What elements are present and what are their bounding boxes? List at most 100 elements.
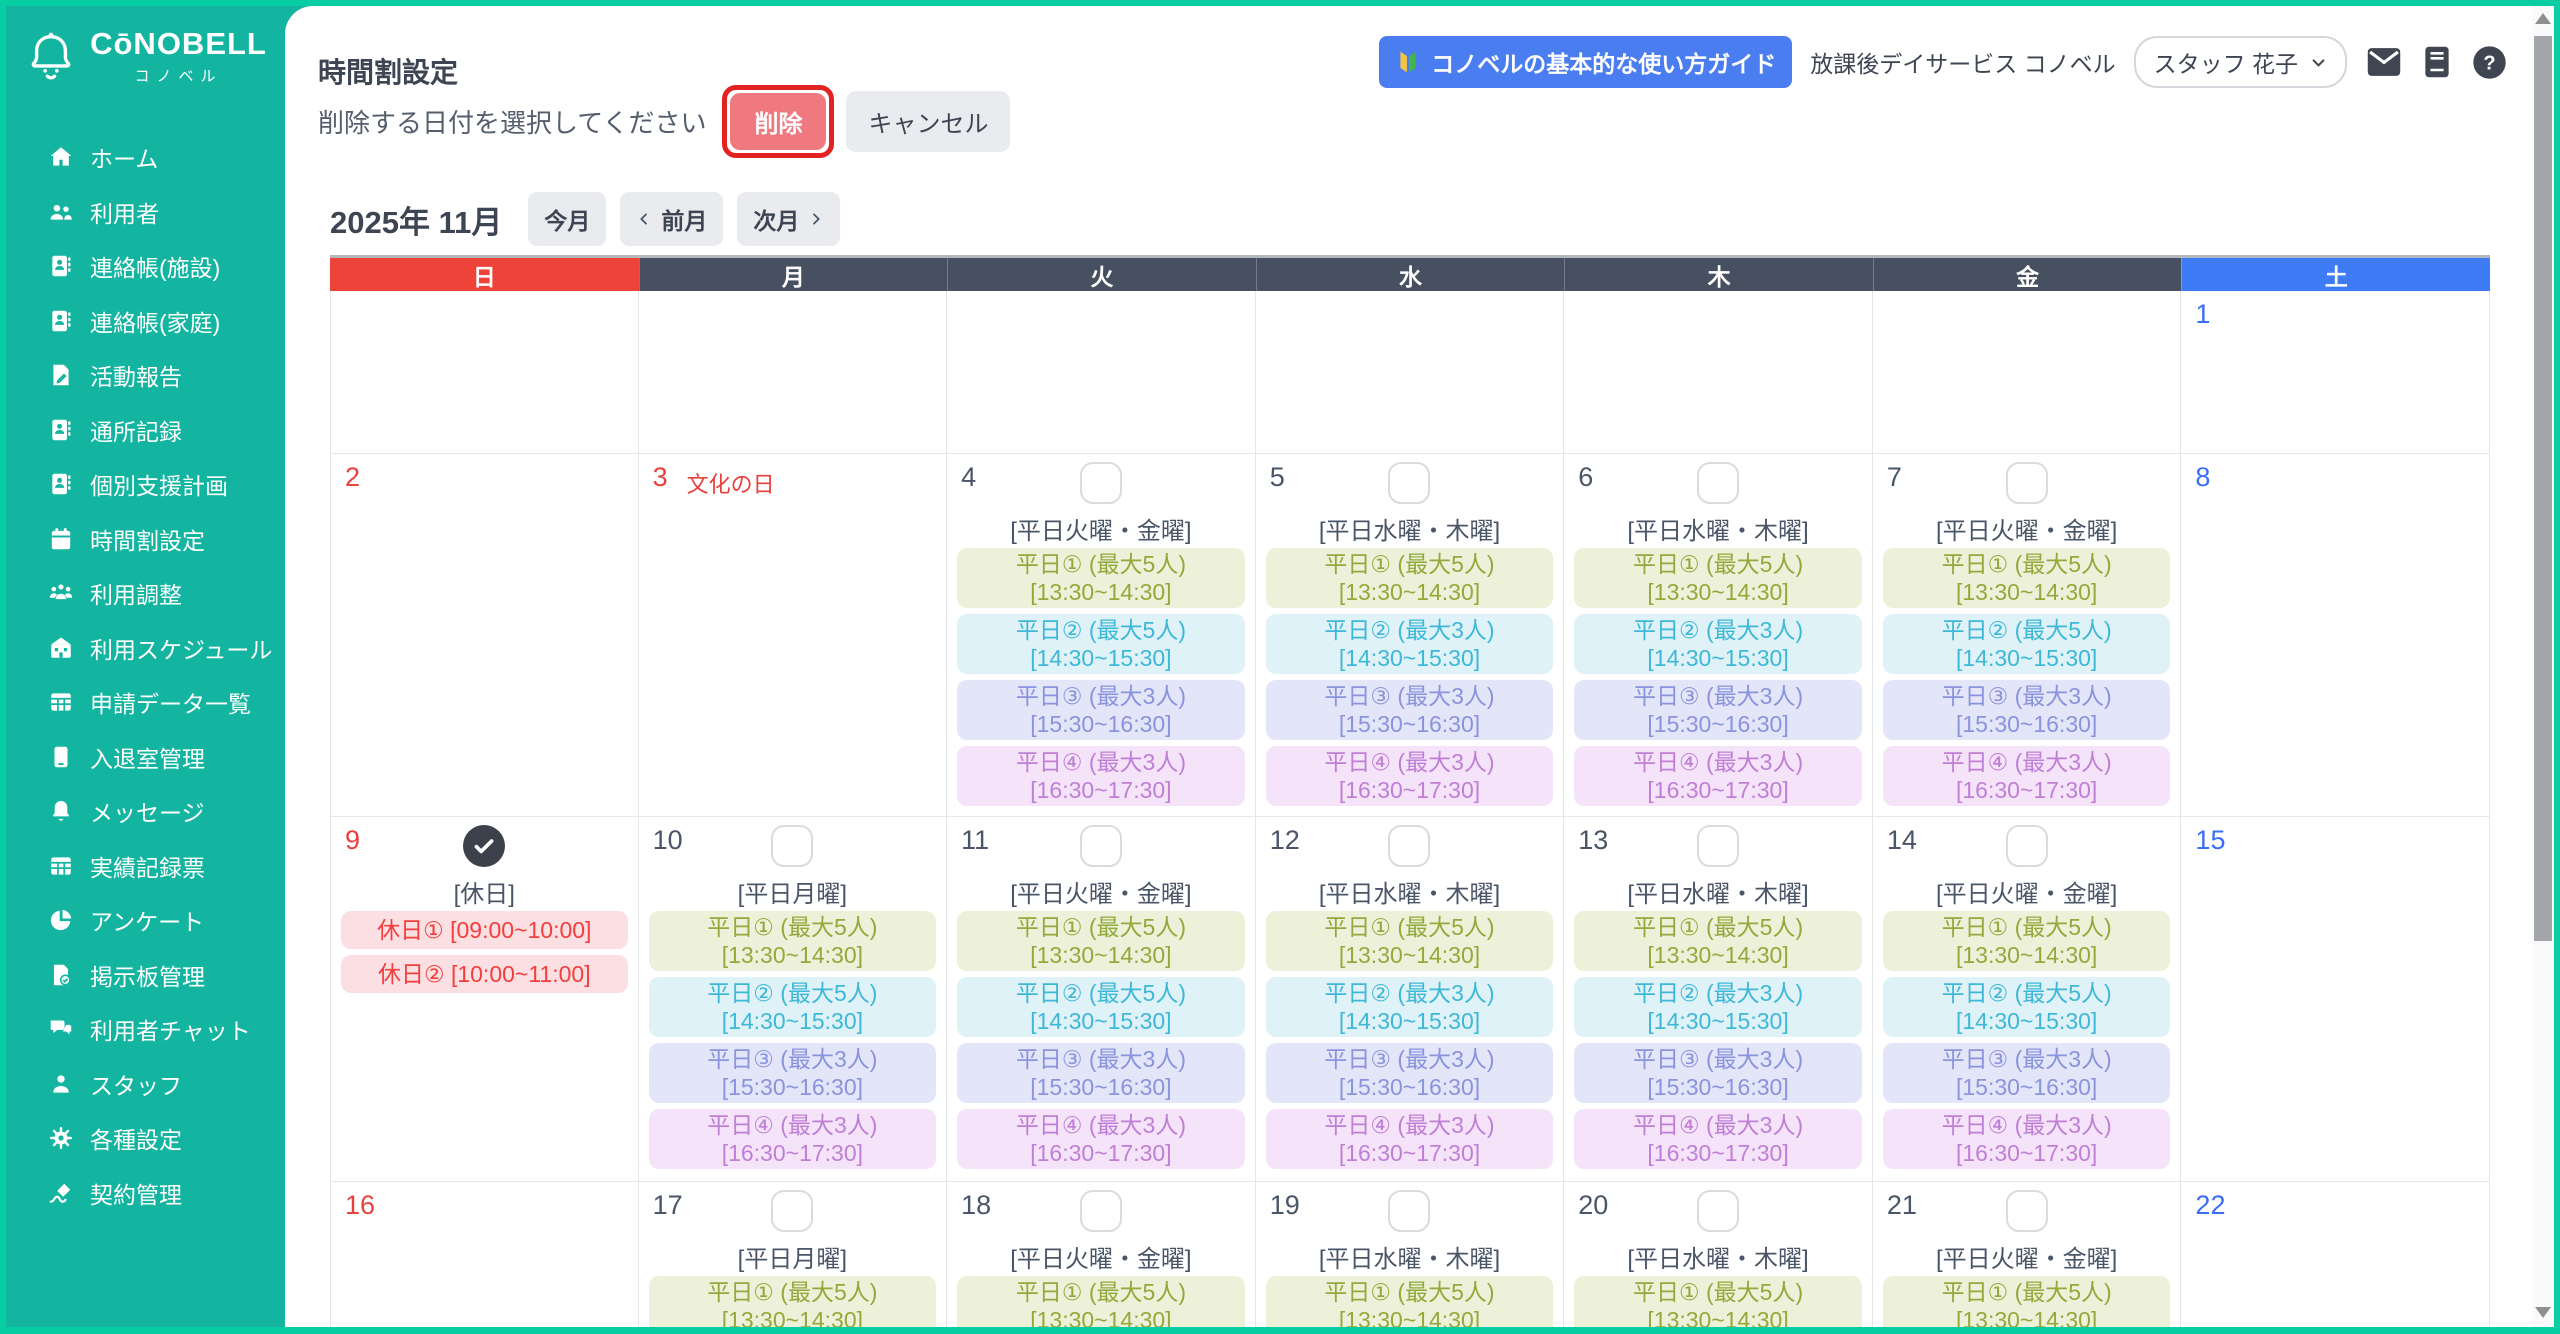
schedule-slot[interactable]: 平日④ (最大3人)[16:30~17:30] bbox=[1266, 746, 1554, 806]
calendar-day-cell[interactable]: 15 bbox=[2181, 817, 2490, 1182]
calendar-day-cell[interactable]: 4[平日火曜・金曜]平日① (最大5人)[13:30~14:30]平日② (最大… bbox=[947, 454, 1256, 817]
sidebar-item-message-bell[interactable]: メッセージ bbox=[6, 784, 285, 839]
schedule-slot[interactable]: 平日② (最大5人)[14:30~15:30] bbox=[649, 977, 937, 1037]
calendar-day-cell[interactable]: 1 bbox=[2181, 291, 2490, 454]
day-checkbox[interactable] bbox=[2006, 825, 2048, 867]
schedule-slot[interactable]: 平日③ (最大3人)[15:30~16:30] bbox=[957, 680, 1245, 740]
calendar-day-cell[interactable]: 10[平日月曜]平日① (最大5人)[13:30~14:30]平日② (最大5人… bbox=[639, 817, 948, 1182]
sidebar-item-timetable[interactable]: 時間割設定 bbox=[6, 512, 285, 567]
sidebar-item-users[interactable]: 利用者 bbox=[6, 185, 285, 240]
day-checkbox-checked[interactable] bbox=[463, 825, 505, 867]
day-checkbox[interactable] bbox=[1697, 825, 1739, 867]
schedule-slot[interactable]: 平日③ (最大3人)[15:30~16:30] bbox=[1574, 680, 1862, 740]
sidebar-item-contract-pen[interactable]: 契約管理 bbox=[6, 1166, 285, 1221]
day-checkbox[interactable] bbox=[1080, 825, 1122, 867]
sidebar-item-usage-schedule[interactable]: 利用スケジュール bbox=[6, 621, 285, 676]
next-month-button[interactable]: 次月 bbox=[737, 192, 840, 246]
schedule-slot[interactable]: 平日④ (最大3人)[16:30~17:30] bbox=[1883, 746, 2171, 806]
schedule-slot[interactable]: 平日② (最大3人)[14:30~15:30] bbox=[1266, 614, 1554, 674]
schedule-slot[interactable]: 平日① (最大5人)[13:30~14:30] bbox=[957, 911, 1245, 971]
calendar-day-cell[interactable]: 18[平日火曜・金曜]平日① (最大5人)[13:30~14:30] bbox=[947, 1182, 1256, 1327]
schedule-slot[interactable]: 休日① [09:00~10:00] bbox=[341, 911, 628, 949]
schedule-slot[interactable]: 平日① (最大5人)[13:30~14:30] bbox=[957, 548, 1245, 608]
calendar-day-cell[interactable]: 17[平日月曜]平日① (最大5人)[13:30~14:30] bbox=[639, 1182, 948, 1327]
calendar-day-cell[interactable]: 22 bbox=[2181, 1182, 2490, 1327]
day-checkbox[interactable] bbox=[1080, 462, 1122, 504]
sidebar-item-entry-exit[interactable]: 入退室管理 bbox=[6, 730, 285, 785]
schedule-slot[interactable]: 平日④ (最大3人)[16:30~17:30] bbox=[1574, 1109, 1862, 1169]
schedule-slot[interactable]: 平日④ (最大3人)[16:30~17:30] bbox=[957, 1109, 1245, 1169]
calendar-day-cell[interactable]: 12[平日水曜・木曜]平日① (最大5人)[13:30~14:30]平日② (最… bbox=[1256, 817, 1565, 1182]
sidebar-item-staff[interactable]: スタッフ bbox=[6, 1057, 285, 1112]
calendar-day-cell[interactable]: 5[平日水曜・木曜]平日① (最大5人)[13:30~14:30]平日② (最大… bbox=[1256, 454, 1565, 817]
sidebar-item-application-data[interactable]: 申請データ一覧 bbox=[6, 675, 285, 730]
calendar-day-cell[interactable]: 2 bbox=[330, 454, 639, 817]
calendar-day-cell[interactable]: 20[平日水曜・木曜]平日① (最大5人)[13:30~14:30] bbox=[1564, 1182, 1873, 1327]
sidebar-item-results-record[interactable]: 実績記録票 bbox=[6, 839, 285, 894]
schedule-slot[interactable]: 平日④ (最大3人)[16:30~17:30] bbox=[649, 1109, 937, 1169]
calendar-day-cell[interactable]: 13[平日水曜・木曜]平日① (最大5人)[13:30~14:30]平日② (最… bbox=[1564, 817, 1873, 1182]
sidebar-item-notebook-home[interactable]: 連絡帳(家庭) bbox=[6, 294, 285, 349]
schedule-slot[interactable]: 平日④ (最大3人)[16:30~17:30] bbox=[1883, 1109, 2171, 1169]
day-checkbox[interactable] bbox=[1388, 825, 1430, 867]
calendar-day-cell[interactable]: 3文化の日 bbox=[639, 454, 948, 817]
calendar-day-cell[interactable]: 8 bbox=[2181, 454, 2490, 817]
delete-button[interactable]: 削除 bbox=[730, 93, 826, 150]
day-checkbox[interactable] bbox=[2006, 1190, 2048, 1232]
schedule-slot[interactable]: 平日① (最大5人)[13:30~14:30] bbox=[957, 1276, 1245, 1327]
calendar-day-cell[interactable]: 14[平日火曜・金曜]平日① (最大5人)[13:30~14:30]平日② (最… bbox=[1873, 817, 2182, 1182]
schedule-slot[interactable]: 平日① (最大5人)[13:30~14:30] bbox=[1574, 1276, 1862, 1327]
scroll-up-arrow-icon[interactable] bbox=[2535, 13, 2551, 24]
schedule-slot[interactable]: 平日③ (最大3人)[15:30~16:30] bbox=[649, 1043, 937, 1103]
sidebar-item-user-chat[interactable]: 利用者チャット bbox=[6, 1002, 285, 1057]
schedule-slot[interactable]: 平日② (最大5人)[14:30~15:30] bbox=[1883, 614, 2171, 674]
help-button[interactable]: ? bbox=[2471, 44, 2508, 81]
schedule-slot[interactable]: 平日④ (最大3人)[16:30~17:30] bbox=[1266, 1109, 1554, 1169]
sidebar-item-usage-adjust[interactable]: 利用調整 bbox=[6, 566, 285, 621]
calendar-day-cell[interactable]: 21[平日火曜・金曜]平日① (最大5人)[13:30~14:30] bbox=[1873, 1182, 2182, 1327]
schedule-slot[interactable]: 平日① (最大5人)[13:30~14:30] bbox=[1883, 548, 2171, 608]
calendar-day-cell[interactable]: 11[平日火曜・金曜]平日① (最大5人)[13:30~14:30]平日② (最… bbox=[947, 817, 1256, 1182]
schedule-slot[interactable]: 平日② (最大5人)[14:30~15:30] bbox=[957, 977, 1245, 1037]
schedule-slot[interactable]: 平日③ (最大3人)[15:30~16:30] bbox=[1883, 1043, 2171, 1103]
sidebar-item-survey-pie[interactable]: アンケート bbox=[6, 893, 285, 948]
day-checkbox[interactable] bbox=[1388, 1190, 1430, 1232]
day-checkbox[interactable] bbox=[771, 825, 813, 867]
schedule-slot[interactable]: 休日② [10:00~11:00] bbox=[341, 955, 628, 993]
schedule-slot[interactable]: 平日① (最大5人)[13:30~14:30] bbox=[649, 1276, 937, 1327]
scrollbar-thumb[interactable] bbox=[2534, 36, 2552, 941]
prev-month-button[interactable]: 前月 bbox=[620, 192, 723, 246]
calendar-day-cell[interactable]: 19[平日水曜・木曜]平日① (最大5人)[13:30~14:30] bbox=[1256, 1182, 1565, 1327]
schedule-slot[interactable]: 平日③ (最大3人)[15:30~16:30] bbox=[1266, 1043, 1554, 1103]
schedule-slot[interactable]: 平日② (最大3人)[14:30~15:30] bbox=[1266, 977, 1554, 1037]
sidebar-item-settings-gear[interactable]: 各種設定 bbox=[6, 1111, 285, 1166]
day-checkbox[interactable] bbox=[771, 1190, 813, 1232]
sidebar-item-notebook-facility[interactable]: 連絡帳(施設) bbox=[6, 239, 285, 294]
manual-button[interactable] bbox=[2421, 44, 2453, 80]
schedule-slot[interactable]: 平日③ (最大3人)[15:30~16:30] bbox=[1574, 1043, 1862, 1103]
this-month-button[interactable]: 今月 bbox=[528, 192, 606, 246]
schedule-slot[interactable]: 平日① (最大5人)[13:30~14:30] bbox=[1266, 548, 1554, 608]
day-checkbox[interactable] bbox=[2006, 462, 2048, 504]
schedule-slot[interactable]: 平日② (最大3人)[14:30~15:30] bbox=[1574, 977, 1862, 1037]
sidebar-item-activity-report[interactable]: 活動報告 bbox=[6, 348, 285, 403]
schedule-slot[interactable]: 平日③ (最大3人)[15:30~16:30] bbox=[1883, 680, 2171, 740]
sidebar-item-bulletin-check[interactable]: 掲示板管理 bbox=[6, 948, 285, 1003]
mail-button[interactable] bbox=[2365, 45, 2403, 79]
vertical-scrollbar[interactable] bbox=[2532, 6, 2554, 1327]
scroll-down-arrow-icon[interactable] bbox=[2535, 1307, 2551, 1318]
sidebar-item-home[interactable]: ホーム bbox=[6, 130, 285, 185]
schedule-slot[interactable]: 平日② (最大5人)[14:30~15:30] bbox=[1883, 977, 2171, 1037]
day-checkbox[interactable] bbox=[1080, 1190, 1122, 1232]
schedule-slot[interactable]: 平日① (最大5人)[13:30~14:30] bbox=[1883, 1276, 2171, 1327]
day-checkbox[interactable] bbox=[1697, 462, 1739, 504]
schedule-slot[interactable]: 平日① (最大5人)[13:30~14:30] bbox=[1266, 1276, 1554, 1327]
schedule-slot[interactable]: 平日② (最大3人)[14:30~15:30] bbox=[1574, 614, 1862, 674]
schedule-slot[interactable]: 平日② (最大5人)[14:30~15:30] bbox=[957, 614, 1245, 674]
day-checkbox[interactable] bbox=[1697, 1190, 1739, 1232]
schedule-slot[interactable]: 平日① (最大5人)[13:30~14:30] bbox=[1883, 911, 2171, 971]
calendar-day-cell[interactable]: 9[休日]休日① [09:00~10:00]休日② [10:00~11:00] bbox=[330, 817, 639, 1182]
schedule-slot[interactable]: 平日① (最大5人)[13:30~14:30] bbox=[1266, 911, 1554, 971]
schedule-slot[interactable]: 平日③ (最大3人)[15:30~16:30] bbox=[1266, 680, 1554, 740]
sidebar-item-attendance-record[interactable]: 通所記録 bbox=[6, 403, 285, 458]
